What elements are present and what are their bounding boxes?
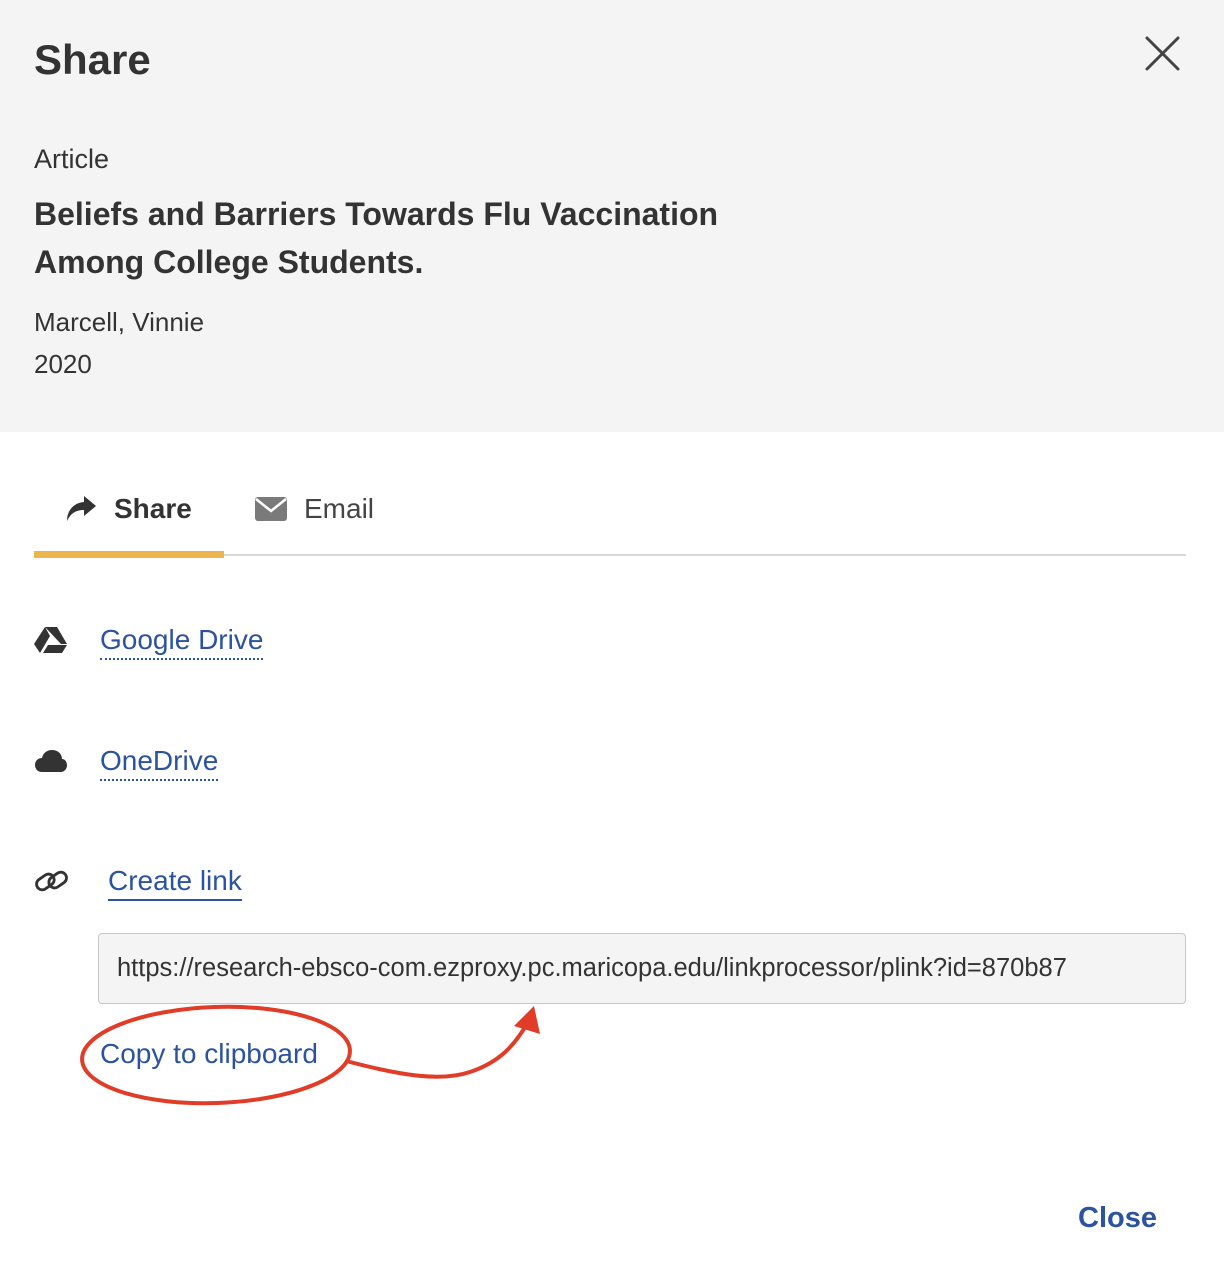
close-button[interactable]: Close xyxy=(1078,1200,1157,1236)
tab-email-label: Email xyxy=(304,493,375,524)
share-dialog: Share Article Beliefs and Barriers Towar… xyxy=(0,0,1224,1282)
dialog-header: Share Article Beliefs and Barriers Towar… xyxy=(0,0,1224,432)
item-year: 2020 xyxy=(34,349,92,379)
dialog-title: Share xyxy=(34,36,151,83)
close-icon[interactable] xyxy=(1138,30,1186,78)
create-link-link[interactable]: Create link xyxy=(108,863,242,901)
item-author: Marcell, Vinnie xyxy=(34,307,205,337)
tab-share-label: Share xyxy=(114,493,192,524)
item-title: Beliefs and Barriers Towards Flu Vaccina… xyxy=(34,196,719,280)
envelope-icon xyxy=(254,494,290,524)
permalink-value: https://research-ebsco-com.ezproxy.pc.ma… xyxy=(117,954,1067,982)
copy-to-clipboard-link[interactable]: Copy to clipboard xyxy=(100,1036,318,1072)
google-drive-icon xyxy=(34,625,70,655)
chain-link-icon xyxy=(34,866,70,896)
permalink-field[interactable]: https://research-ebsco-com.ezproxy.pc.ma… xyxy=(98,933,1186,1004)
share-tabs: Share Email xyxy=(34,462,1186,558)
cloud-icon xyxy=(34,746,70,776)
tab-share[interactable]: Share xyxy=(34,462,224,558)
share-arrow-icon xyxy=(64,494,100,524)
google-drive-link[interactable]: Google Drive xyxy=(100,622,264,660)
tab-email[interactable]: Email xyxy=(254,462,374,556)
item-type: Article xyxy=(34,144,110,174)
onedrive-link[interactable]: OneDrive xyxy=(100,743,219,781)
